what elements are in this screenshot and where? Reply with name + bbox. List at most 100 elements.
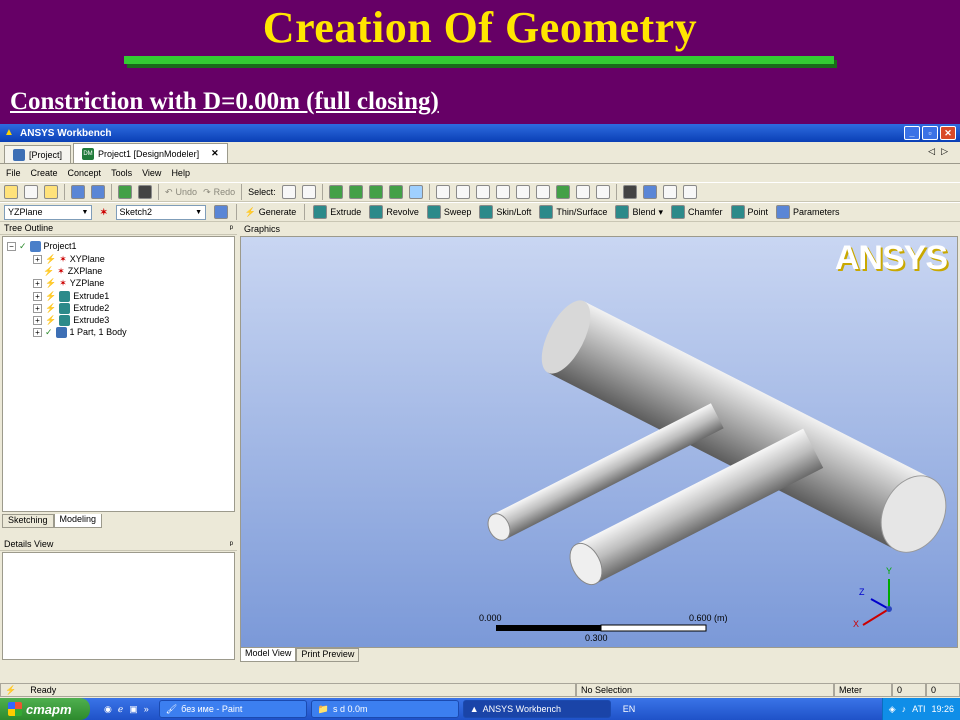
extrude-icon xyxy=(59,290,71,302)
language-indicator[interactable]: EN xyxy=(623,704,636,714)
sketch-select[interactable]: Sketch2 ▼ xyxy=(115,204,206,220)
more-icon[interactable]: » xyxy=(144,704,149,714)
tab-sketching[interactable]: Sketching xyxy=(2,514,54,528)
tab-print-preview[interactable]: Print Preview xyxy=(296,648,360,662)
revolve-icon xyxy=(369,205,384,219)
redo-button[interactable]: ↷ Redo xyxy=(203,187,235,198)
volume-icon[interactable]: ♪ xyxy=(902,704,907,714)
camera-icon[interactable] xyxy=(138,185,152,199)
menu-create[interactable]: Create xyxy=(31,168,58,178)
tab-model-view[interactable]: Model View xyxy=(240,648,297,662)
revolve-button[interactable]: Revolve xyxy=(369,205,419,219)
slide-subtitle: Constriction with D=0.00m (full closing) xyxy=(10,88,439,115)
thinsurface-button[interactable]: Thin/Surface xyxy=(539,205,607,219)
start-button[interactable]: старт xyxy=(0,698,90,720)
tree-item-extrude1[interactable]: + ⚡ Extrude1 xyxy=(33,290,109,302)
new-plane-icon[interactable]: ✶ xyxy=(100,207,108,218)
select-body-icon[interactable] xyxy=(388,185,403,199)
ruler-icon[interactable] xyxy=(662,185,677,199)
select-pointer-icon[interactable] xyxy=(281,185,296,199)
tree-item-yzplane[interactable]: + ⚡ ✶ YZPlane xyxy=(33,277,104,289)
select-edge-icon[interactable] xyxy=(348,185,363,199)
ati-icon[interactable]: ATI xyxy=(912,704,925,714)
model-geometry[interactable] xyxy=(241,237,958,648)
menu-tools[interactable]: Tools xyxy=(111,168,132,178)
open-icon[interactable] xyxy=(44,185,58,199)
tab-designmodeler[interactable]: DM Project1 [DesignModeler] ✕ xyxy=(73,143,228,163)
maximize-button[interactable]: ▫ xyxy=(922,126,938,140)
browser-icon[interactable]: ℯ xyxy=(118,704,123,715)
extrude-icon xyxy=(313,205,328,219)
task-ansys[interactable]: ▲ ANSYS Workbench xyxy=(462,700,611,718)
network-icon[interactable]: ◈ xyxy=(889,704,896,715)
zoom-box-icon[interactable] xyxy=(515,185,530,199)
tab-modeling[interactable]: Modeling xyxy=(53,514,103,528)
close-button[interactable]: ✕ xyxy=(940,126,956,140)
look-at-icon[interactable] xyxy=(595,185,610,199)
extend-selection-icon[interactable] xyxy=(408,185,423,199)
minimize-button[interactable]: _ xyxy=(904,126,920,140)
menu-help[interactable]: Help xyxy=(171,168,190,178)
display-icon[interactable] xyxy=(642,185,657,199)
task-folder[interactable]: 📁 s d 0.0m xyxy=(310,700,459,718)
menu-bar: File Create Concept Tools View Help xyxy=(0,164,960,182)
graphics-viewport[interactable]: ANSYS 0.000 0.600 (m) 0.300 Y Z X xyxy=(240,236,958,648)
rotate-icon[interactable] xyxy=(435,185,450,199)
tree-item-extrude3[interactable]: + ⚡ Extrude3 xyxy=(33,314,109,326)
pan-icon[interactable] xyxy=(455,185,470,199)
save-as-icon[interactable] xyxy=(91,185,105,199)
parameters-icon xyxy=(776,205,791,219)
tree-item-zxplane[interactable]: ⚡ ✶ ZXPlane xyxy=(43,265,102,277)
menu-file[interactable]: File xyxy=(6,168,21,178)
status-selection: No Selection xyxy=(576,683,834,697)
tab-close-icon[interactable]: ✕ xyxy=(211,148,219,159)
skinloft-button[interactable]: Skin/Loft xyxy=(479,205,531,219)
select-point-icon[interactable] xyxy=(328,185,343,199)
media-icon[interactable]: ▣ xyxy=(129,704,138,715)
sweep-button[interactable]: Sweep xyxy=(426,205,471,219)
plane-select[interactable]: YZPlane ▼ xyxy=(4,204,92,220)
zoom-in-icon[interactable] xyxy=(495,185,510,199)
tree-item-project1[interactable]: − ✓ Project1 xyxy=(7,240,77,252)
zoom-green-icon[interactable] xyxy=(555,185,570,199)
chamfer-button[interactable]: Chamfer xyxy=(671,205,723,219)
tab-nav-arrows[interactable]: ◁▷ xyxy=(928,146,954,157)
magnify-icon[interactable] xyxy=(575,185,590,199)
task-paint[interactable]: 🖌 без име - Paint xyxy=(158,700,307,718)
extrude-icon xyxy=(59,314,71,326)
point-button[interactable]: Point xyxy=(730,205,768,219)
scale-label-right: 0.600 (m) xyxy=(689,613,728,623)
undo-button[interactable]: ↶ Undo xyxy=(165,187,197,198)
project-icon xyxy=(13,148,25,161)
zoom-icon[interactable] xyxy=(475,185,490,199)
generate-button[interactable]: ⚡ Generate xyxy=(245,207,297,218)
new-icon[interactable] xyxy=(4,185,18,199)
select-mode-icon[interactable] xyxy=(301,185,316,199)
pin-icon[interactable]: ᵖ xyxy=(230,539,233,549)
window-title: ANSYS Workbench xyxy=(20,127,112,139)
save-icon[interactable] xyxy=(71,185,85,199)
tree-item-parts[interactable]: + ✓ 1 Part, 1 Body xyxy=(33,326,127,338)
scale-bar xyxy=(496,624,707,632)
triad-icon[interactable] xyxy=(622,185,637,199)
left-panel: Tree Outline ᵖ − ✓ Project1 + ⚡ ✶ XYPlane ⚡ ✶… xyxy=(0,222,237,660)
status-unit: Meter xyxy=(834,683,892,697)
tree-item-extrude2[interactable]: + ⚡ Extrude2 xyxy=(33,302,109,314)
parameters-button[interactable]: Parameters xyxy=(776,205,840,219)
select-face-icon[interactable] xyxy=(368,185,383,199)
pin-icon[interactable]: ᵖ xyxy=(230,223,233,233)
edit-icon[interactable] xyxy=(24,185,38,199)
tab-project[interactable]: [Project] xyxy=(4,145,72,163)
export-icon[interactable] xyxy=(118,185,132,199)
tree-item-xyplane[interactable]: + ⚡ ✶ XYPlane xyxy=(33,253,105,265)
messenger-icon[interactable]: ◉ xyxy=(104,704,112,715)
menu-view[interactable]: View xyxy=(142,168,161,178)
extrude-button[interactable]: Extrude xyxy=(313,205,361,219)
menu-concept[interactable]: Concept xyxy=(68,168,102,178)
window-titlebar: ▲ ANSYS Workbench _ ▫ ✕ xyxy=(0,124,960,142)
eye-icon[interactable] xyxy=(682,185,697,199)
zoom-fit-icon[interactable] xyxy=(535,185,550,199)
lightning-icon: ⚡ xyxy=(45,277,57,288)
new-sketch-icon[interactable] xyxy=(213,205,228,219)
blend-button[interactable]: Blend ▾ xyxy=(615,205,663,219)
